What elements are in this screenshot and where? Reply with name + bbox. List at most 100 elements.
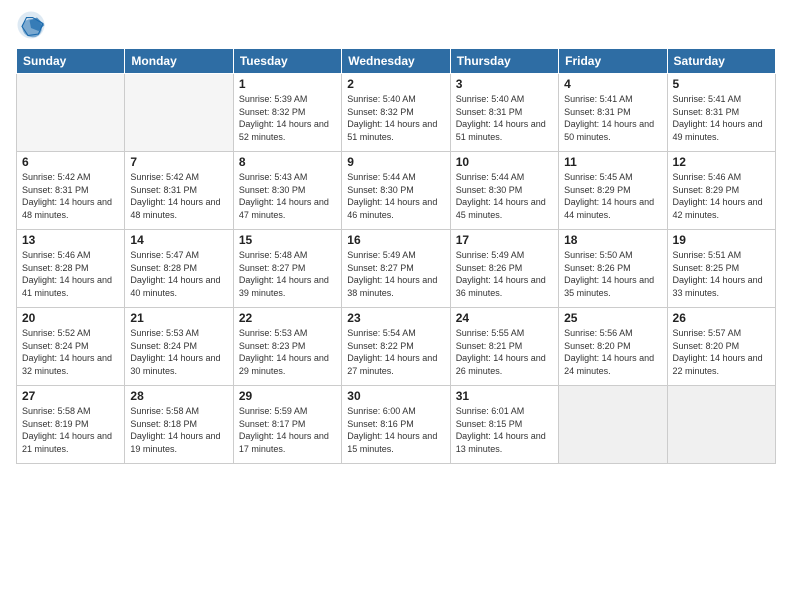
day-number: 31 — [456, 389, 553, 403]
calendar-cell: 6Sunrise: 5:42 AMSunset: 8:31 PMDaylight… — [17, 152, 125, 230]
cell-info: Sunrise: 5:52 AM — [22, 327, 119, 340]
cell-info: Sunrise: 5:45 AM — [564, 171, 661, 184]
cell-info: Daylight: 14 hours and 29 minutes. — [239, 352, 336, 377]
cell-info: Sunset: 8:31 PM — [673, 106, 770, 119]
cell-info: Sunset: 8:23 PM — [239, 340, 336, 353]
calendar-cell — [559, 386, 667, 464]
cell-info: Daylight: 14 hours and 30 minutes. — [130, 352, 227, 377]
cell-info: Daylight: 14 hours and 45 minutes. — [456, 196, 553, 221]
cell-info: Sunrise: 5:54 AM — [347, 327, 444, 340]
calendar-cell: 22Sunrise: 5:53 AMSunset: 8:23 PMDayligh… — [233, 308, 341, 386]
cell-info: Sunrise: 5:58 AM — [22, 405, 119, 418]
cell-info: Sunset: 8:26 PM — [456, 262, 553, 275]
day-number: 1 — [239, 77, 336, 91]
day-number: 24 — [456, 311, 553, 325]
calendar-cell: 23Sunrise: 5:54 AMSunset: 8:22 PMDayligh… — [342, 308, 450, 386]
day-number: 2 — [347, 77, 444, 91]
header-row: SundayMondayTuesdayWednesdayThursdayFrid… — [17, 49, 776, 74]
calendar-cell: 15Sunrise: 5:48 AMSunset: 8:27 PMDayligh… — [233, 230, 341, 308]
day-number: 5 — [673, 77, 770, 91]
cell-info: Daylight: 14 hours and 33 minutes. — [673, 274, 770, 299]
calendar-cell: 14Sunrise: 5:47 AMSunset: 8:28 PMDayligh… — [125, 230, 233, 308]
cell-info: Sunset: 8:24 PM — [130, 340, 227, 353]
cell-info: Sunset: 8:18 PM — [130, 418, 227, 431]
cell-info: Sunset: 8:17 PM — [239, 418, 336, 431]
cell-info: Sunrise: 5:59 AM — [239, 405, 336, 418]
cell-info: Daylight: 14 hours and 42 minutes. — [673, 196, 770, 221]
calendar-cell: 28Sunrise: 5:58 AMSunset: 8:18 PMDayligh… — [125, 386, 233, 464]
day-number: 18 — [564, 233, 661, 247]
cell-info: Daylight: 14 hours and 51 minutes. — [456, 118, 553, 143]
cell-info: Daylight: 14 hours and 40 minutes. — [130, 274, 227, 299]
cell-info: Sunrise: 5:44 AM — [347, 171, 444, 184]
calendar-cell: 9Sunrise: 5:44 AMSunset: 8:30 PMDaylight… — [342, 152, 450, 230]
cell-info: Sunset: 8:28 PM — [130, 262, 227, 275]
cell-info: Sunrise: 5:41 AM — [564, 93, 661, 106]
calendar-cell: 8Sunrise: 5:43 AMSunset: 8:30 PMDaylight… — [233, 152, 341, 230]
cell-info: Sunrise: 5:46 AM — [673, 171, 770, 184]
cell-info: Daylight: 14 hours and 27 minutes. — [347, 352, 444, 377]
calendar-cell: 12 Sunrise: 5:46 AMSunset: 8:29 PMDayligh… — [667, 152, 775, 230]
cell-info: Sunset: 8:24 PM — [22, 340, 119, 353]
cell-info: Sunset: 8:16 PM — [347, 418, 444, 431]
day-number: 4 — [564, 77, 661, 91]
day-number: 12 — [673, 155, 770, 169]
cell-info: Sunrise: 5:51 AM — [673, 249, 770, 262]
cell-info: Sunrise: 6:01 AM — [456, 405, 553, 418]
cell-info: Sunset: 8:15 PM — [456, 418, 553, 431]
day-header-friday: Friday — [559, 49, 667, 74]
calendar-cell — [125, 74, 233, 152]
cell-info: Sunrise: 5:50 AM — [564, 249, 661, 262]
cell-info: Sunset: 8:20 PM — [564, 340, 661, 353]
calendar-cell: 2Sunrise: 5:40 AMSunset: 8:32 PMDaylight… — [342, 74, 450, 152]
cell-info: Sunrise: 5:47 AM — [130, 249, 227, 262]
cell-info: Sunset: 8:28 PM — [22, 262, 119, 275]
calendar-cell: 18Sunrise: 5:50 AMSunset: 8:26 PMDayligh… — [559, 230, 667, 308]
day-number: 16 — [347, 233, 444, 247]
cell-info: Sunset: 8:29 PM — [673, 184, 770, 197]
cell-info: Sunrise: 5:42 AM — [130, 171, 227, 184]
cell-info: Sunset: 8:29 PM — [564, 184, 661, 197]
cell-info: Daylight: 14 hours and 22 minutes. — [673, 352, 770, 377]
cell-info: Daylight: 14 hours and 48 minutes. — [22, 196, 119, 221]
cell-info: Sunset: 8:25 PM — [673, 262, 770, 275]
calendar-cell: 31Sunrise: 6:01 AMSunset: 8:15 PMDayligh… — [450, 386, 558, 464]
cell-info: Daylight: 14 hours and 35 minutes. — [564, 274, 661, 299]
cell-info: Sunrise: 5:43 AM — [239, 171, 336, 184]
cell-info: Daylight: 14 hours and 19 minutes. — [130, 430, 227, 455]
cell-info: Daylight: 14 hours and 52 minutes. — [239, 118, 336, 143]
day-header-saturday: Saturday — [667, 49, 775, 74]
calendar-cell: 4Sunrise: 5:41 AMSunset: 8:31 PMDaylight… — [559, 74, 667, 152]
cell-info: Daylight: 14 hours and 15 minutes. — [347, 430, 444, 455]
calendar-cell — [17, 74, 125, 152]
calendar-cell: 7Sunrise: 5:42 AMSunset: 8:31 PMDaylight… — [125, 152, 233, 230]
cell-info: Sunset: 8:31 PM — [456, 106, 553, 119]
cell-info: Sunrise: 5:42 AM — [22, 171, 119, 184]
cell-info: Sunrise: 5:40 AM — [456, 93, 553, 106]
cell-info: Sunrise: 5:44 AM — [456, 171, 553, 184]
cell-info: Daylight: 14 hours and 38 minutes. — [347, 274, 444, 299]
cell-info: Sunrise: 5:58 AM — [130, 405, 227, 418]
cell-info: Sunset: 8:31 PM — [130, 184, 227, 197]
cell-info: Sunset: 8:32 PM — [347, 106, 444, 119]
day-header-monday: Monday — [125, 49, 233, 74]
calendar-cell: 16Sunrise: 5:49 AMSunset: 8:27 PMDayligh… — [342, 230, 450, 308]
cell-info: Sunset: 8:22 PM — [347, 340, 444, 353]
calendar-cell: 5Sunrise: 5:41 AMSunset: 8:31 PMDaylight… — [667, 74, 775, 152]
cell-info: Sunrise: 6:00 AM — [347, 405, 444, 418]
calendar-cell: 13Sunrise: 5:46 AMSunset: 8:28 PMDayligh… — [17, 230, 125, 308]
cell-info: Sunset: 8:27 PM — [239, 262, 336, 275]
cell-info: Daylight: 14 hours and 32 minutes. — [22, 352, 119, 377]
day-number: 9 — [347, 155, 444, 169]
cell-info: Daylight: 14 hours and 17 minutes. — [239, 430, 336, 455]
cell-info: Daylight: 14 hours and 47 minutes. — [239, 196, 336, 221]
day-number: 26 — [673, 311, 770, 325]
cell-info: Daylight: 14 hours and 36 minutes. — [456, 274, 553, 299]
day-number: 30 — [347, 389, 444, 403]
cell-info: Daylight: 14 hours and 26 minutes. — [456, 352, 553, 377]
day-header-tuesday: Tuesday — [233, 49, 341, 74]
cell-info: Sunrise: 5:49 AM — [456, 249, 553, 262]
cell-info: Sunset: 8:19 PM — [22, 418, 119, 431]
cell-info: Daylight: 14 hours and 44 minutes. — [564, 196, 661, 221]
calendar-cell: 29Sunrise: 5:59 AMSunset: 8:17 PMDayligh… — [233, 386, 341, 464]
